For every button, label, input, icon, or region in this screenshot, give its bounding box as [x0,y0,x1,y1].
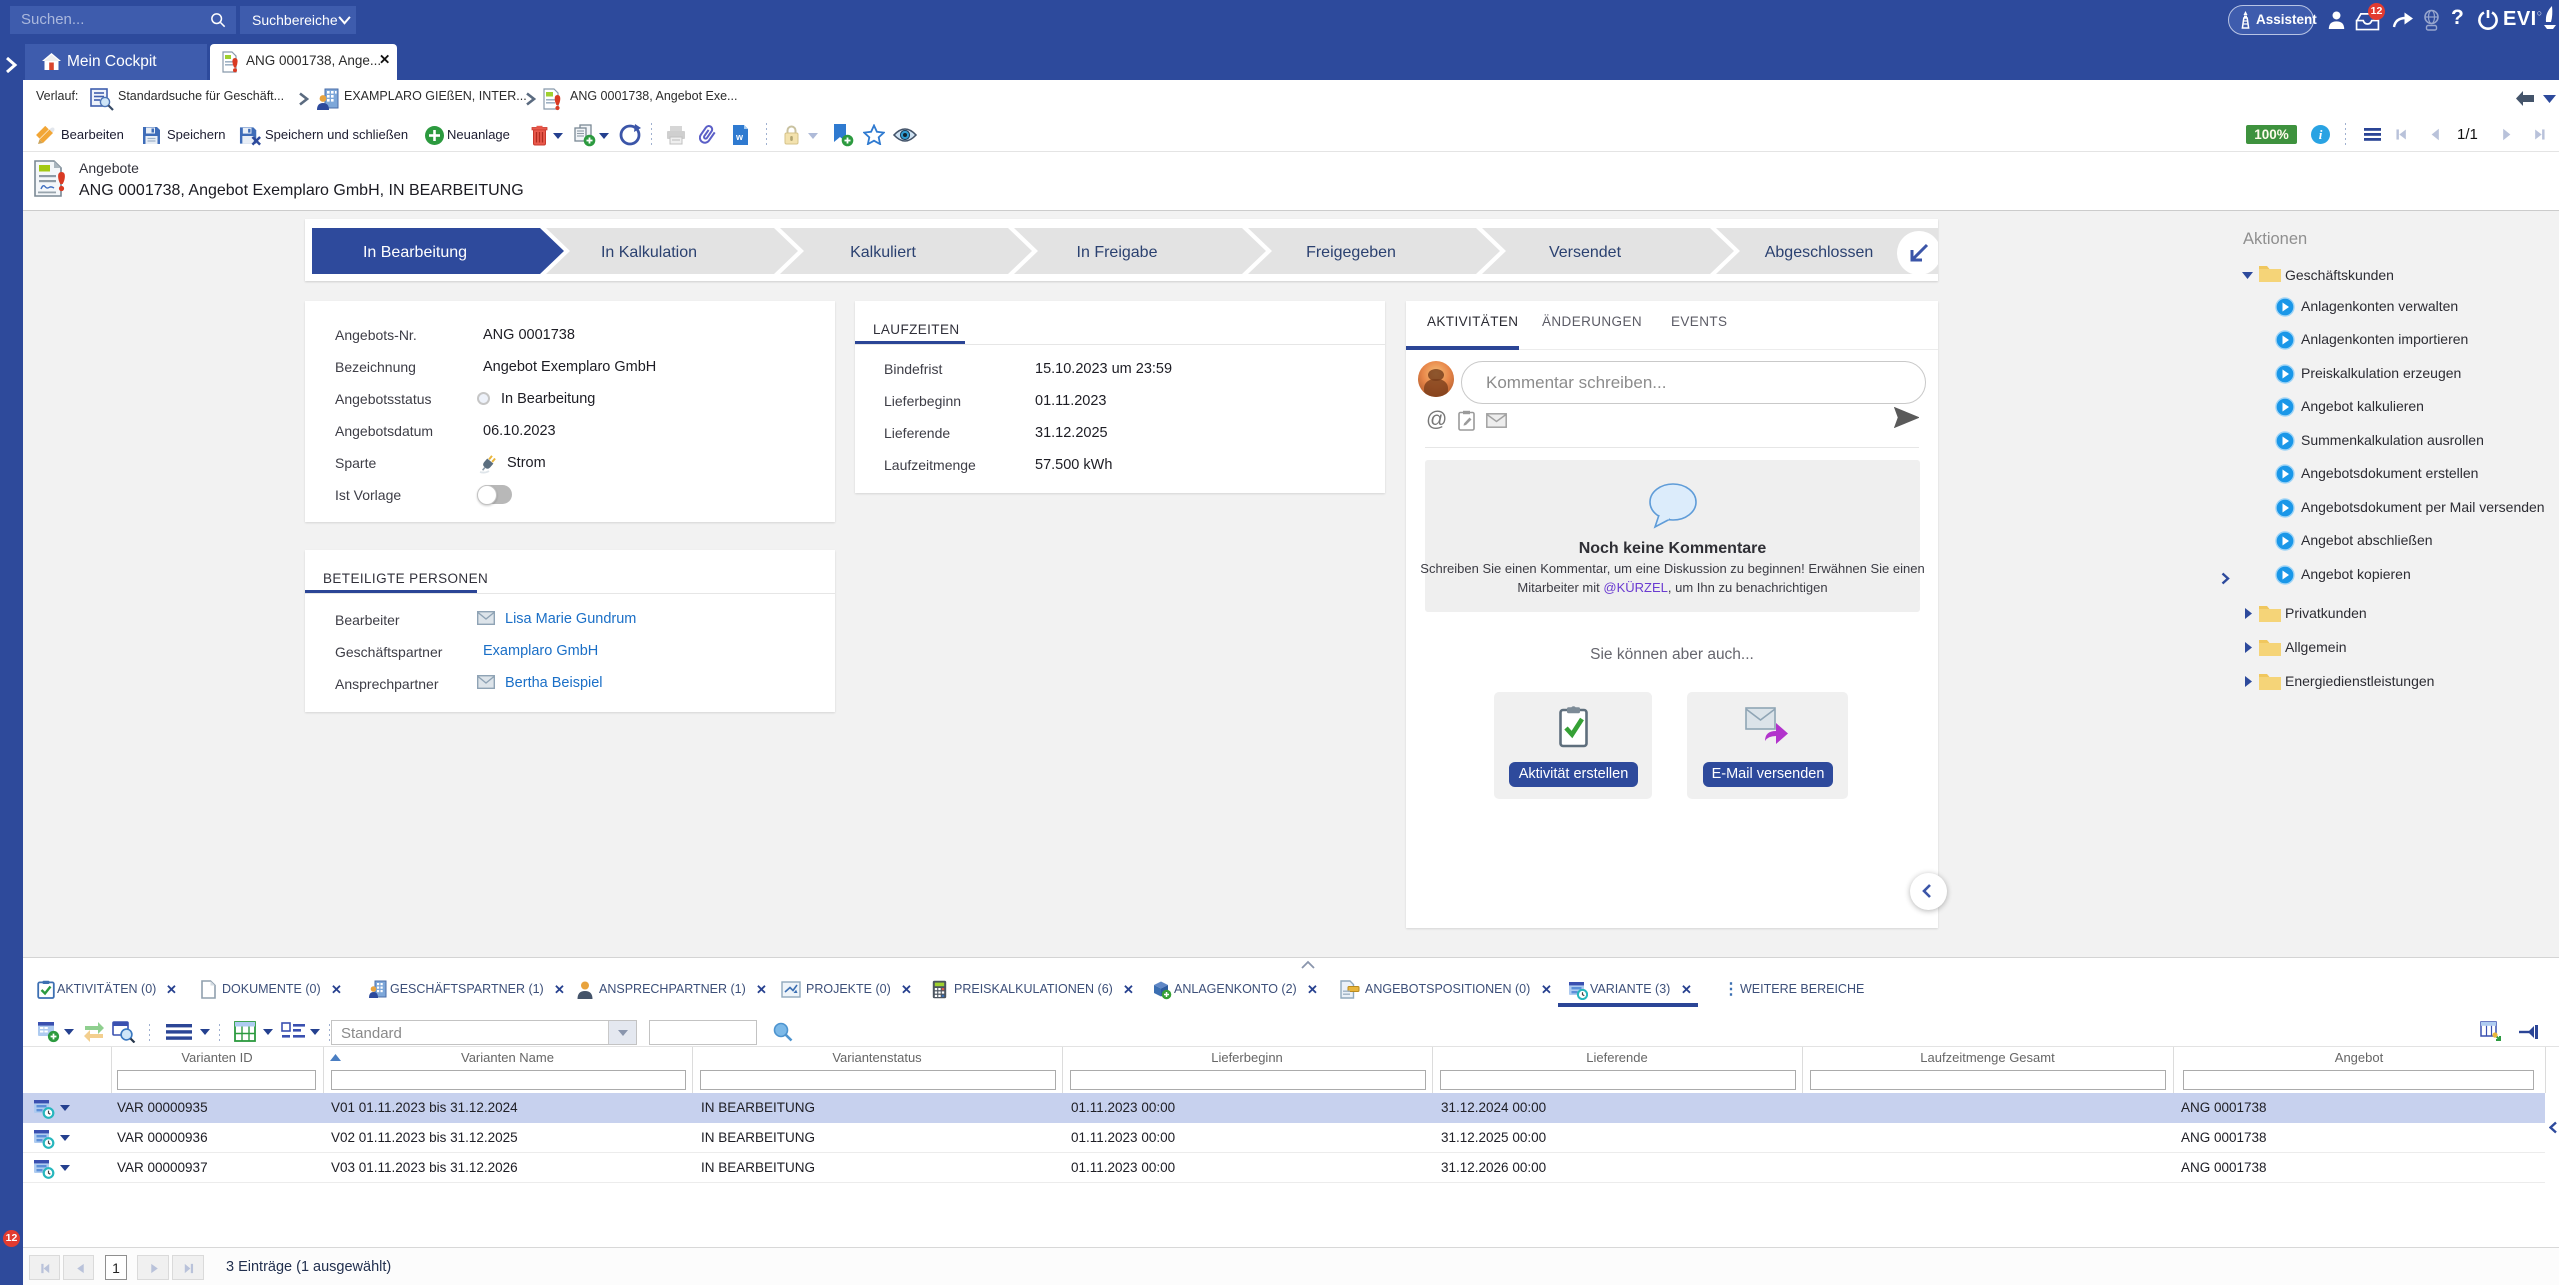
svg-text:In Bearbeitung: In Bearbeitung [363,244,467,261]
svg-text:Kalkuliert: Kalkuliert [850,244,916,261]
svg-text:Freigegeben: Freigegeben [1306,244,1396,261]
svg-text:Versendet: Versendet [1549,244,1622,261]
svg-text:In Kalkulation: In Kalkulation [601,244,697,261]
svg-text:Abgeschlossen: Abgeschlossen [1765,244,1874,261]
svg-text:w: w [735,132,744,142]
svg-text:In Freigabe: In Freigabe [1077,244,1158,261]
